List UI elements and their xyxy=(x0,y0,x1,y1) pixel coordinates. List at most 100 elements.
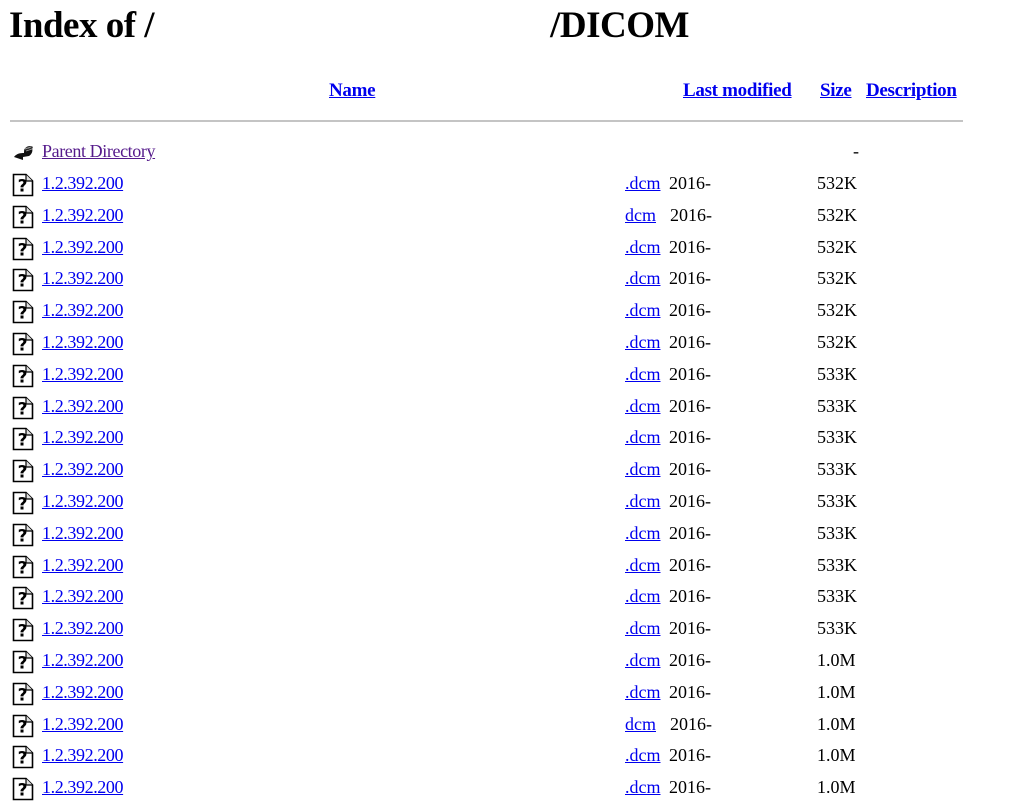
parent-directory-row: Parent Directory - xyxy=(0,137,1024,169)
file-row: ? 1.2.392.200 .dcm 2016- 1.0M xyxy=(0,773,1024,805)
unknown-file-icon: ? xyxy=(12,332,34,356)
file-extension-link[interactable]: dcm xyxy=(625,205,656,226)
file-last-modified: 2016- xyxy=(669,268,711,289)
file-size: 532K xyxy=(817,300,857,321)
file-last-modified: 2016- xyxy=(669,363,711,384)
file-extension-link[interactable]: .dcm xyxy=(625,650,661,671)
file-size: 533K xyxy=(817,554,857,575)
unknown-file-icon: ? xyxy=(12,682,34,705)
file-name-link[interactable]: 1.2.392.200 xyxy=(42,332,124,353)
svg-text:?: ? xyxy=(18,526,28,546)
file-extension-link[interactable]: .dcm xyxy=(625,523,661,544)
column-header-description[interactable]: Description xyxy=(866,80,957,102)
file-row: ? 1.2.392.200 .dcm 2016- 532K xyxy=(0,233,1024,265)
unknown-file-icon: ? xyxy=(12,586,34,610)
unknown-file-icon: ? xyxy=(12,523,34,546)
file-extension-link[interactable]: .dcm xyxy=(625,586,661,607)
file-size: 532K xyxy=(817,268,857,289)
file-name-link[interactable]: 1.2.392.200 xyxy=(42,650,124,671)
file-name-link[interactable]: 1.2.392.200 xyxy=(42,268,124,289)
file-row: ? 1.2.392.200 .dcm 2016- 533K xyxy=(0,487,1024,519)
file-name-link[interactable]: 1.2.392.200 xyxy=(42,523,124,544)
file-last-modified: 2016- xyxy=(669,618,711,639)
file-name-link[interactable]: 1.2.392.200 xyxy=(42,714,124,735)
unknown-file-icon: ? xyxy=(12,205,34,228)
unknown-file-icon: ? xyxy=(12,745,34,769)
file-row: ? 1.2.392.200 .dcm 2016- 1.0M xyxy=(0,646,1024,678)
svg-text:?: ? xyxy=(18,463,28,483)
file-name-link[interactable]: 1.2.392.200 xyxy=(42,586,124,607)
file-name-link[interactable]: 1.2.392.200 xyxy=(42,237,124,258)
file-name-link[interactable]: 1.2.392.200 xyxy=(42,745,124,766)
svg-text:?: ? xyxy=(18,685,28,705)
file-name-link[interactable]: 1.2.392.200 xyxy=(42,205,124,226)
file-name-link[interactable]: 1.2.392.200 xyxy=(42,300,124,321)
svg-text:?: ? xyxy=(18,177,28,197)
file-last-modified: 2016- xyxy=(670,713,712,734)
file-extension-link[interactable]: .dcm xyxy=(625,396,661,417)
file-size: 1.0M xyxy=(817,777,856,798)
file-name-link[interactable]: 1.2.392.200 xyxy=(42,396,124,417)
file-size: 1.0M xyxy=(817,713,856,734)
file-extension-link[interactable]: .dcm xyxy=(625,459,661,480)
file-extension-link[interactable]: .dcm xyxy=(625,555,661,576)
unknown-file-icon: ? xyxy=(12,491,34,515)
file-extension-link[interactable]: .dcm xyxy=(625,491,661,512)
file-name-link[interactable]: 1.2.392.200 xyxy=(42,682,124,703)
file-extension-link[interactable]: .dcm xyxy=(625,268,661,289)
file-name-link[interactable]: 1.2.392.200 xyxy=(42,459,124,480)
column-header-name[interactable]: Name xyxy=(329,80,376,102)
file-extension-link[interactable]: .dcm xyxy=(625,173,661,194)
file-name-link[interactable]: 1.2.392.200 xyxy=(42,427,124,448)
svg-text:?: ? xyxy=(18,208,28,228)
file-size: 533K xyxy=(817,491,857,511)
file-name-link[interactable]: 1.2.392.200 xyxy=(42,491,124,512)
file-row: ? 1.2.392.200 .dcm 2016- 533K xyxy=(0,455,1024,487)
svg-text:?: ? xyxy=(18,240,28,260)
file-row: ? 1.2.392.200 .dcm 2016- 532K xyxy=(0,296,1024,328)
file-extension-link[interactable]: .dcm xyxy=(625,745,661,766)
file-extension-link[interactable]: .dcm xyxy=(625,237,661,258)
file-row: ? 1.2.392.200 .dcm 2016- 1.0M xyxy=(0,741,1024,773)
file-last-modified: 2016- xyxy=(669,332,711,352)
file-extension-link[interactable]: .dcm xyxy=(625,300,661,321)
file-row: ? 1.2.392.200 .dcm 2016- 532K xyxy=(0,264,1024,296)
file-extension-link[interactable]: .dcm xyxy=(625,777,661,798)
file-last-modified: 2016- xyxy=(669,173,711,193)
file-last-modified: 2016- xyxy=(669,554,711,575)
parent-directory-link[interactable]: Parent Directory xyxy=(42,141,155,162)
unknown-file-icon: ? xyxy=(12,555,34,578)
column-header-last-modified[interactable]: Last modified xyxy=(683,80,792,102)
file-size: 532K xyxy=(817,236,857,257)
file-last-modified: 2016- xyxy=(669,427,711,448)
file-size: 533K xyxy=(817,363,857,384)
file-last-modified: 2016- xyxy=(669,300,711,321)
unknown-file-icon: ? xyxy=(12,268,34,292)
file-last-modified: 2016- xyxy=(669,236,711,257)
file-row: ? 1.2.392.200 .dcm 2016- 533K xyxy=(0,519,1024,551)
file-name-link[interactable]: 1.2.392.200 xyxy=(42,777,124,798)
unknown-file-icon: ? xyxy=(12,618,34,642)
svg-text:?: ? xyxy=(18,272,28,292)
file-name-link[interactable]: 1.2.392.200 xyxy=(42,555,124,576)
back-arrow-icon xyxy=(12,141,34,163)
file-name-link[interactable]: 1.2.392.200 xyxy=(42,364,124,385)
file-extension-link[interactable]: .dcm xyxy=(625,332,661,353)
file-name-link[interactable]: 1.2.392.200 xyxy=(42,618,124,639)
svg-text:?: ? xyxy=(18,590,28,610)
file-size: 533K xyxy=(817,459,857,480)
svg-text:?: ? xyxy=(18,399,28,419)
file-row: ? 1.2.392.200 .dcm 2016- 533K xyxy=(0,423,1024,455)
file-size: 533K xyxy=(817,395,857,416)
file-extension-link[interactable]: .dcm xyxy=(625,427,661,448)
file-extension-link[interactable]: .dcm xyxy=(625,364,661,385)
file-last-modified: 2016- xyxy=(669,650,711,670)
file-name-link[interactable]: 1.2.392.200 xyxy=(42,173,124,194)
svg-text:?: ? xyxy=(18,654,28,674)
file-size: 1.0M xyxy=(817,745,856,766)
file-extension-link[interactable]: dcm xyxy=(625,714,656,735)
svg-text:?: ? xyxy=(18,749,28,769)
file-extension-link[interactable]: .dcm xyxy=(625,682,661,703)
column-header-size[interactable]: Size xyxy=(820,80,852,102)
file-extension-link[interactable]: .dcm xyxy=(625,618,661,639)
